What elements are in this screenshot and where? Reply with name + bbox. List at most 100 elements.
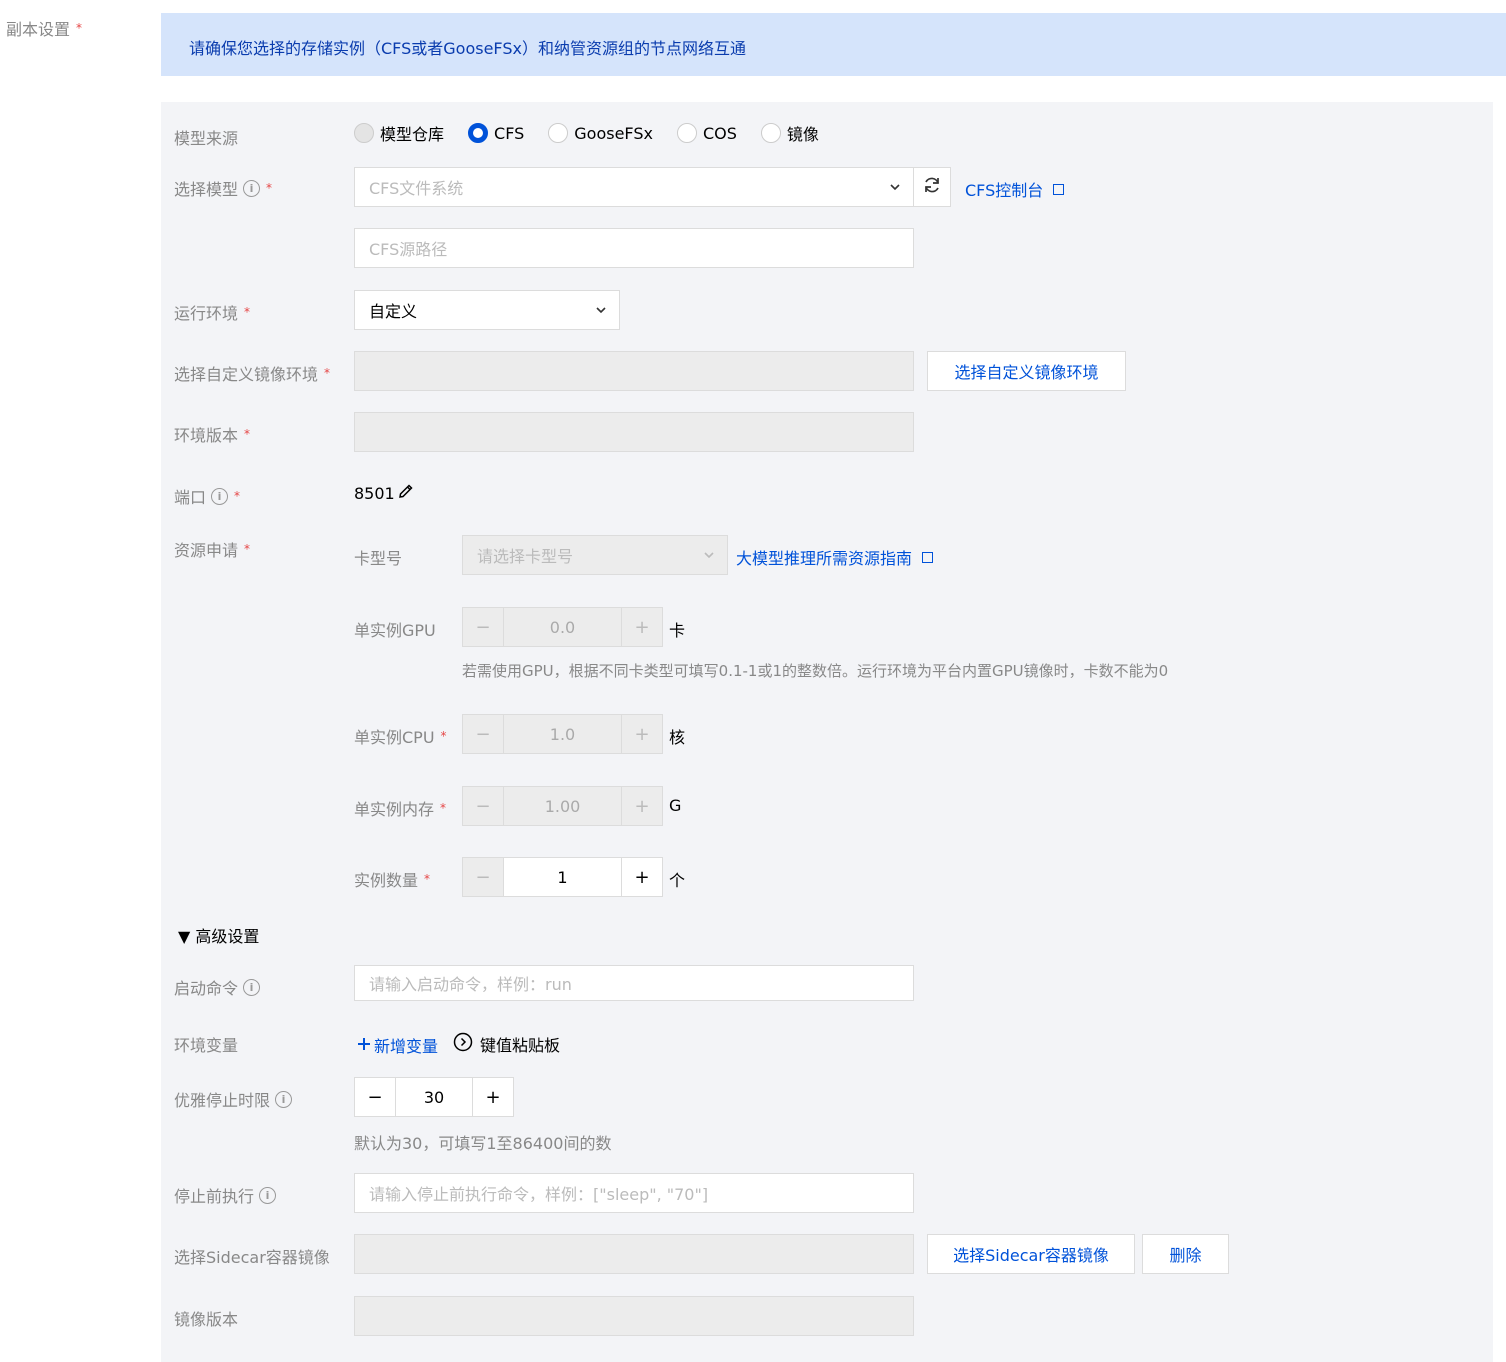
input-placeholder: 请输入启动命令，样例：run (369, 975, 572, 994)
start-command-label-text: 启动命令 (174, 979, 239, 998)
sidecar-label: 选择Sidecar容器镜像 (174, 1244, 330, 1268)
model-source-radio-group: 模型仓库 CFS GooseFSx COS 镜像 (354, 121, 843, 145)
required-mark: * (76, 21, 83, 35)
notice-text: 请确保您选择的存储实例（CFS或者GooseFSx）和纳管资源组的节点网络互通 (189, 39, 746, 58)
select-sidecar-button[interactable]: 选择Sidecar容器镜像 (927, 1234, 1135, 1274)
grace-period-hint: 默认为30，可填写1至86400间的数 (354, 1134, 612, 1153)
gpu-unit: 卡 (669, 621, 686, 640)
select-model-label: 选择模型 i * (174, 176, 272, 200)
cpu-label-text: 单实例CPU (354, 728, 435, 747)
select-model-label-text: 选择模型 (174, 180, 239, 199)
image-version-label: 镜像版本 (174, 1306, 238, 1330)
plus-icon (357, 1036, 371, 1055)
grace-period-stepper[interactable]: − 30 + (354, 1077, 514, 1117)
info-icon[interactable]: i (243, 179, 261, 197)
memory-label: 单实例内存 * (354, 796, 446, 820)
section-label-text: 副本设置 (6, 20, 71, 39)
radio-model-repo[interactable]: 模型仓库 (354, 121, 444, 145)
cfs-console-link[interactable]: CFS控制台 (965, 177, 1065, 201)
start-command-input[interactable]: 请输入启动命令，样例：run (354, 965, 914, 1001)
radio-goosefsx[interactable]: GooseFSx (548, 123, 653, 143)
gpu-label: 单实例GPU (354, 617, 436, 641)
env-var-label-text: 环境变量 (174, 1036, 239, 1055)
radio-circle[interactable] (354, 123, 374, 143)
cfs-console-link-text: CFS控制台 (965, 181, 1044, 200)
custom-image-label-text: 选择自定义镜像环境 (174, 365, 319, 384)
prestop-input[interactable]: 请输入停止前执行命令，样例：["sleep", "70"] (354, 1173, 914, 1213)
info-icon[interactable]: i (275, 1090, 293, 1108)
required-mark: * (440, 729, 447, 743)
cpu-unit: 核 (669, 728, 686, 747)
decrement-button[interactable]: − (355, 1078, 395, 1116)
gpu-stepper: − 0.0 + (462, 607, 663, 647)
radio-circle[interactable] (548, 123, 569, 143)
chevron-down-icon (595, 304, 607, 319)
memory-label-text: 单实例内存 (354, 800, 435, 819)
select-custom-image-button[interactable]: 选择自定义镜像环境 (927, 351, 1126, 391)
info-icon[interactable]: i (259, 1186, 277, 1204)
section-label: 副本设置 * (6, 16, 82, 40)
memory-unit: G (669, 796, 682, 815)
runtime-label: 运行环境 * (174, 300, 250, 324)
prestop-label-text: 停止前执行 (174, 1187, 255, 1206)
sidecar-image-input (354, 1234, 914, 1274)
radio-cfs[interactable]: CFS (468, 123, 524, 143)
advanced-settings-toggle[interactable]: ▼ 高级设置 (178, 923, 259, 947)
pencil-icon[interactable] (397, 483, 414, 504)
decrement-button: − (475, 616, 491, 638)
env-version-label: 环境版本 * (174, 422, 250, 446)
runtime-label-text: 运行环境 (174, 304, 239, 323)
radio-label: COS (702, 123, 737, 143)
env-version-input (354, 412, 914, 452)
radio-circle[interactable] (760, 123, 781, 143)
radio-cos[interactable]: COS (676, 123, 737, 143)
start-command-label: 启动命令 i (174, 975, 261, 999)
gpu-label-text: 单实例GPU (354, 621, 436, 640)
port-label-text: 端口 (174, 488, 207, 507)
model-source-label: 模型来源 (174, 125, 238, 149)
gpu-hint: 若需使用GPU，根据不同卡类型可填写0.1-1或1的整数倍。运行环境为平台内置G… (462, 662, 1169, 680)
increment-button: + (634, 616, 650, 638)
delete-sidecar-button[interactable]: 删除 (1142, 1234, 1229, 1274)
radio-label: CFS (494, 123, 525, 143)
network-notice-banner: 请确保您选择的存储实例（CFS或者GooseFSx）和纳管资源组的节点网络互通 (161, 13, 1506, 76)
refresh-button[interactable] (913, 167, 951, 207)
increment-button[interactable]: + (473, 1078, 513, 1116)
grace-period-label-text: 优雅停止时限 (174, 1091, 271, 1110)
image-version-input (354, 1296, 914, 1336)
required-mark: * (440, 801, 447, 815)
info-icon[interactable]: i (211, 487, 229, 505)
input-placeholder: 请输入停止前执行命令，样例：["sleep", "70"] (369, 1185, 709, 1204)
decrement-button[interactable]: − (463, 858, 503, 896)
input-placeholder: CFS源路径 (369, 240, 448, 259)
cfs-source-path-input[interactable]: CFS源路径 (354, 228, 914, 268)
radio-circle-checked[interactable] (468, 123, 489, 143)
instance-count-value[interactable]: 1 (503, 858, 622, 896)
button-label: 删除 (1169, 1246, 1202, 1265)
button-label: 选择自定义镜像环境 (954, 363, 1099, 382)
runtime-select[interactable]: 自定义 (354, 290, 620, 330)
increment-button[interactable]: + (622, 858, 662, 896)
radio-circle[interactable] (676, 123, 697, 143)
image-version-label-text: 镜像版本 (174, 1310, 239, 1329)
resource-label-text: 资源申请 (174, 541, 239, 560)
resource-guide-link-text: 大模型推理所需资源指南 (736, 549, 913, 568)
cpu-label: 单实例CPU * (354, 724, 447, 748)
gpu-value: 0.0 (503, 608, 622, 646)
info-icon[interactable]: i (243, 978, 261, 996)
grace-period-value[interactable]: 30 (395, 1078, 473, 1116)
memory-value: 1.00 (503, 787, 622, 825)
add-variable-button[interactable]: 新增变量 (357, 1033, 438, 1057)
instance-count-stepper[interactable]: − 1 + (462, 857, 663, 897)
port-value-row: 8501 (354, 483, 414, 504)
resource-guide-link[interactable]: 大模型推理所需资源指南 (736, 545, 934, 569)
external-link-icon (922, 551, 934, 563)
required-mark: * (244, 305, 251, 319)
chevron-circle-right-icon (453, 1032, 473, 1056)
radio-image[interactable]: 镜像 (760, 121, 819, 145)
resource-label: 资源申请 * (174, 537, 250, 561)
memory-stepper: − 1.00 + (462, 786, 663, 826)
cfs-filesystem-select[interactable]: CFS文件系统 (354, 167, 914, 207)
kv-paste-button[interactable]: 键值粘贴板 (453, 1032, 560, 1056)
port-label: 端口 i * (174, 484, 240, 508)
